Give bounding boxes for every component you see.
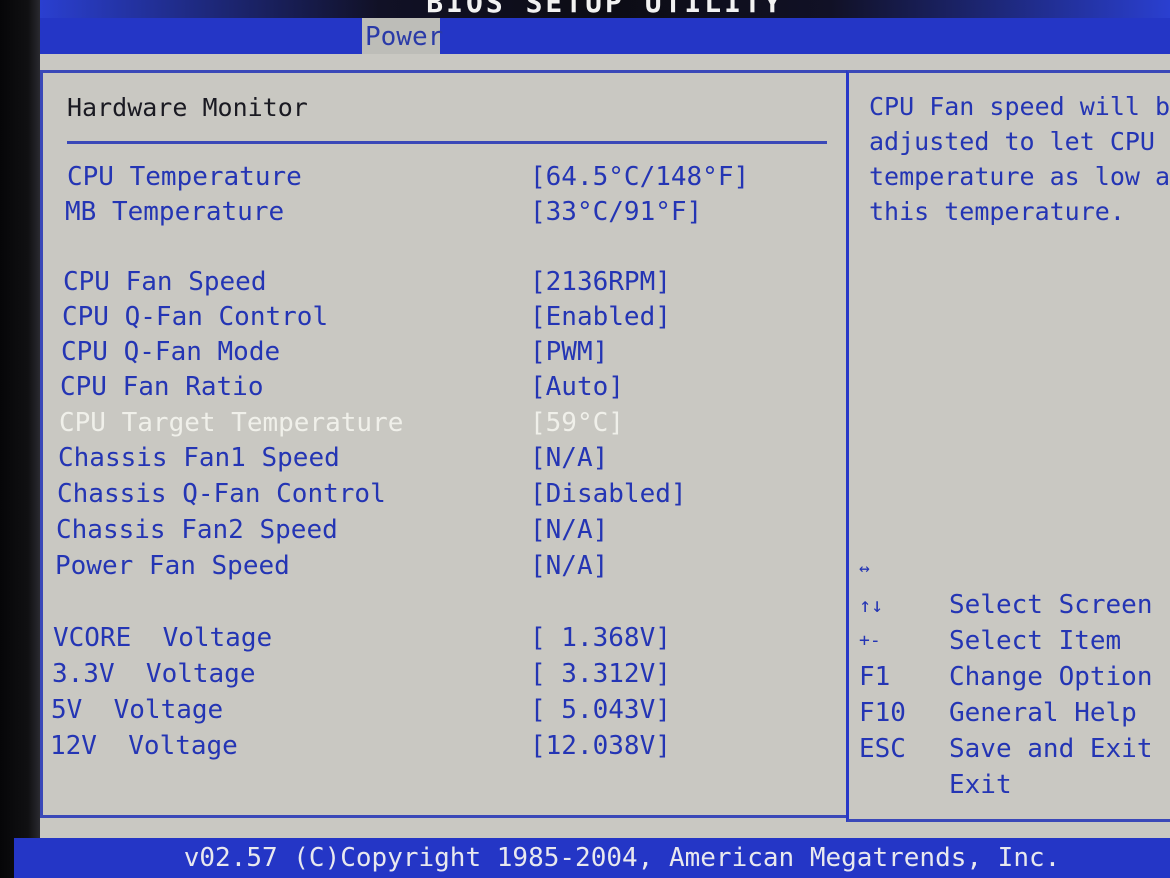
setting-row-cpu-fan-speed: CPU Fan Speed [2136RPM] <box>63 265 671 299</box>
help-panel: CPU Fan speed will be adjusted to let CP… <box>846 70 1170 822</box>
key-legend-row: ↔ Select Screen <box>859 515 1170 620</box>
setting-row-cpu-qfan-mode[interactable]: CPU Q-Fan Mode [PWM] <box>61 335 608 369</box>
key-legend-row: F10 Save and Exit <box>859 659 1170 764</box>
setting-row-cpu-temperature: CPU Temperature [64.5°C/148°F] <box>67 160 749 194</box>
key-description: Exit <box>949 770 1012 800</box>
menu-bar: Power <box>40 18 1170 54</box>
help-description: CPU Fan speed will be adjusted to let CP… <box>869 92 1170 226</box>
setting-row-cpu-fan-ratio[interactable]: CPU Fan Ratio [Auto] <box>60 370 624 404</box>
setting-row-12v-voltage: 12V Voltage [12.038V] <box>50 729 671 763</box>
setting-label: CPU Fan Speed <box>63 267 267 297</box>
window-title: BIOS SETUP UTILITY <box>426 0 784 18</box>
key-label: ESC <box>859 734 906 764</box>
setting-value: [ 3.312V] <box>530 659 671 689</box>
setting-value: [N/A] <box>530 515 609 545</box>
tab-power[interactable]: Power <box>362 18 443 54</box>
title-bar: BIOS SETUP UTILITY <box>40 0 1170 18</box>
setting-value[interactable]: [Disabled] <box>530 477 687 511</box>
key-legend-row: +- Change Option <box>859 587 1170 692</box>
setting-label: CPU Q-Fan Control <box>62 302 329 332</box>
setting-label: VCORE Voltage <box>53 623 273 653</box>
setting-row-chassis-fan1-speed: Chassis Fan1 Speed [N/A] <box>58 441 608 475</box>
key-legend-row: F1 General Help <box>859 623 1170 728</box>
setting-label: CPU Target Temperature <box>59 408 404 438</box>
setting-value[interactable]: [59°C] <box>530 406 624 440</box>
setting-value: [33°C/91°F] <box>530 197 703 227</box>
setting-label: CPU Q-Fan Mode <box>61 337 281 367</box>
setting-row-chassis-fan2-speed: Chassis Fan2 Speed [N/A] <box>56 513 608 547</box>
settings-panel: Hardware Monitor CPU Temperature [64.5°C… <box>40 70 846 818</box>
footer-bar: v02.57 (C)Copyright 1985-2004, American … <box>14 838 1170 878</box>
setting-value: [64.5°C/148°F] <box>530 162 750 192</box>
setting-row-chassis-qfan-control[interactable]: Chassis Q-Fan Control [Disabled] <box>57 477 687 511</box>
setting-row-5v-voltage: 5V Voltage [ 5.043V] <box>51 693 671 727</box>
setting-label: Power Fan Speed <box>55 551 290 581</box>
monitor-bezel <box>0 0 40 878</box>
setting-row-vcore-voltage: VCORE Voltage [ 1.368V] <box>53 621 671 655</box>
setting-label: Chassis Fan1 Speed <box>58 443 340 473</box>
setting-label: CPU Fan Ratio <box>60 372 264 402</box>
setting-label: MB Temperature <box>65 197 285 227</box>
setting-row-mb-temperature: MB Temperature [33°C/91°F] <box>65 195 702 229</box>
setting-value[interactable]: [Auto] <box>530 370 624 404</box>
setting-label: 5V Voltage <box>51 695 224 725</box>
setting-value: [ 5.043V] <box>530 695 671 725</box>
setting-row-cpu-qfan-control[interactable]: CPU Q-Fan Control [Enabled] <box>62 300 671 334</box>
setting-label: Chassis Fan2 Speed <box>56 515 338 545</box>
setting-row-cpu-target-temperature[interactable]: CPU Target Temperature [59°C] <box>59 406 624 440</box>
setting-value: [N/A] <box>530 443 609 473</box>
setting-value: [12.038V] <box>530 731 671 761</box>
section-title: Hardware Monitor <box>67 93 308 122</box>
bios-screen: BIOS SETUP UTILITY Power Hardware Monito… <box>0 0 1170 878</box>
setting-value[interactable]: [PWM] <box>530 335 608 369</box>
setting-row-power-fan-speed: Power Fan Speed [N/A] <box>55 549 608 583</box>
setting-label: Chassis Q-Fan Control <box>57 479 386 509</box>
key-legend-row: ESC Exit <box>859 695 1170 800</box>
setting-label: 3.3V Voltage <box>52 659 256 689</box>
setting-value: [N/A] <box>530 551 609 581</box>
setting-value: [2136RPM] <box>530 267 671 297</box>
setting-label: 12V Voltage <box>50 731 238 761</box>
section-divider <box>67 141 827 144</box>
key-legend-row: ↑↓ Select Item <box>859 551 1170 656</box>
setting-label: CPU Temperature <box>67 162 302 192</box>
setting-value[interactable]: [Enabled] <box>530 300 671 334</box>
copyright-text: v02.57 (C)Copyright 1985-2004, American … <box>183 843 1061 873</box>
setting-row-3v3-voltage: 3.3V Voltage [ 3.312V] <box>52 657 671 691</box>
setting-value: [ 1.368V] <box>530 623 671 653</box>
